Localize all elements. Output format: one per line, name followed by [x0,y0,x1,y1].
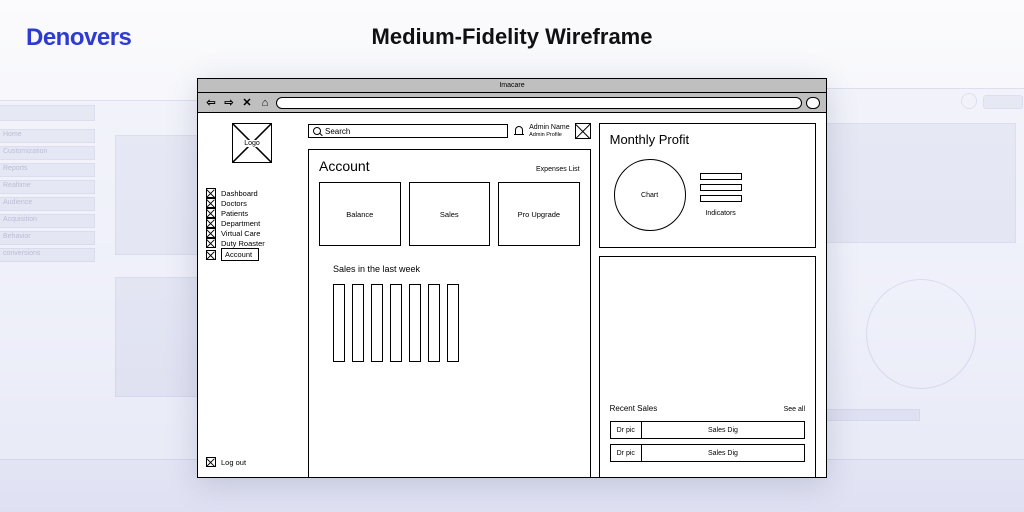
forward-icon[interactable]: ⇨ [222,96,236,110]
bar [352,284,364,362]
sales-bar-chart [319,284,580,362]
sidebar-item-label: Virtual Care [221,229,260,238]
sidebar-item-duty-roaster[interactable]: Duty Roaster [206,238,298,248]
account-card-balance[interactable]: Balance [319,182,401,246]
ghost-nav-item: Behavior [0,231,95,245]
page-title: Medium-Fidelity Wireframe [0,24,1024,50]
sidebar-item-label: Patients [221,209,248,218]
recent-sales-row[interactable]: Dr picSales Dig [610,421,805,439]
search-icon [313,127,321,135]
sidebar-item-label: Log out [221,458,246,467]
sidebar-item-patients[interactable]: Patients [206,208,298,218]
account-card-sales[interactable]: Sales [409,182,491,246]
ghost-nav-item: Acquisition [0,214,95,228]
indicators: Indicators [700,173,742,217]
sales-label: Sales Dig [642,427,804,434]
search-input[interactable]: Search [308,124,508,138]
window-titlebar: Imacare [198,79,826,93]
sidebar-item-virtual-care[interactable]: Virtual Care [206,228,298,238]
chart-icon: Chart [614,159,686,231]
browser-chrome: ⇦ ⇨ ✕ ⌂ [198,93,826,113]
sidebar-item-account[interactable]: Account [206,248,298,261]
home-icon[interactable]: ⌂ [258,96,272,110]
search-pill-icon[interactable] [806,97,820,109]
back-icon[interactable]: ⇦ [204,96,218,110]
placeholder-icon [206,218,216,228]
sidebar-item-dashboard[interactable]: Dashboard [206,188,298,198]
bar [390,284,402,362]
placeholder-icon [206,250,216,260]
expenses-link[interactable]: Expenses List [536,166,580,173]
ghost-nav-item: Customization [0,146,95,160]
ghost-nav-item: Audience [0,197,95,211]
bell-icon[interactable] [514,126,524,136]
sidebar-item-label: Account [221,248,259,261]
sidebar-item-label: Department [221,219,260,228]
sidebar-item-label: Dashboard [221,189,258,198]
ghost-nav-item: Reports [0,163,95,177]
placeholder-icon [206,238,216,248]
ghost-nav-item: Home [0,129,95,143]
placeholder-icon [206,198,216,208]
wireframe-window: Imacare ⇦ ⇨ ✕ ⌂ Logo DashboardDoctorsPat… [197,78,827,478]
placeholder-icon [206,188,216,198]
close-icon[interactable]: ✕ [240,96,254,110]
bar [447,284,459,362]
monthly-profit-panel: Monthly Profit Chart Indicators [599,123,816,248]
avatar[interactable] [575,123,591,139]
ghost-wireframe-right [805,88,1024,460]
sales-chart-title: Sales in the last week [333,264,580,274]
admin-name: Admin Name [529,124,569,132]
placeholder-icon [206,208,216,218]
account-title: Account [319,158,370,174]
doctor-pic: Dr pic [611,422,642,438]
admin-subtitle: Admin Profile [529,132,569,138]
placeholder-icon [206,228,216,238]
recent-sales-panel: Recent Sales See all Dr picSales DigDr p… [599,256,816,477]
account-panel: Account Expenses List BalanceSalesPro Up… [308,149,591,477]
account-card-pro-upgrade[interactable]: Pro Upgrade [498,182,580,246]
sidebar-item-label: Duty Roaster [221,239,265,248]
search-placeholder: Search [325,127,350,136]
recent-sales-title: Recent Sales [610,404,658,413]
sidebar-item-doctors[interactable]: Doctors [206,198,298,208]
bar [409,284,421,362]
sidebar-item-label: Doctors [221,199,247,208]
indicators-label: Indicators [705,210,735,217]
doctor-pic: Dr pic [611,445,642,461]
bar [333,284,345,362]
ghost-wireframe-left: Home Customization Reports Realtime Audience… [0,100,219,460]
sales-label: Sales Dig [642,450,804,457]
sidebar: Logo DashboardDoctorsPatientsDepartmentV… [198,113,306,477]
recent-sales-row[interactable]: Dr picSales Dig [610,444,805,462]
url-bar[interactable] [276,97,802,109]
monthly-profit-title: Monthly Profit [610,132,689,147]
ghost-nav-item: Realtime [0,180,95,194]
bar [428,284,440,362]
sidebar-item-department[interactable]: Department [206,218,298,228]
ghost-nav-item: conversions [0,248,95,262]
placeholder-icon [206,457,216,467]
app-logo: Logo [232,123,272,163]
see-all-link[interactable]: See all [784,406,805,413]
sidebar-item-logout[interactable]: Log out [206,457,298,467]
bar [371,284,383,362]
